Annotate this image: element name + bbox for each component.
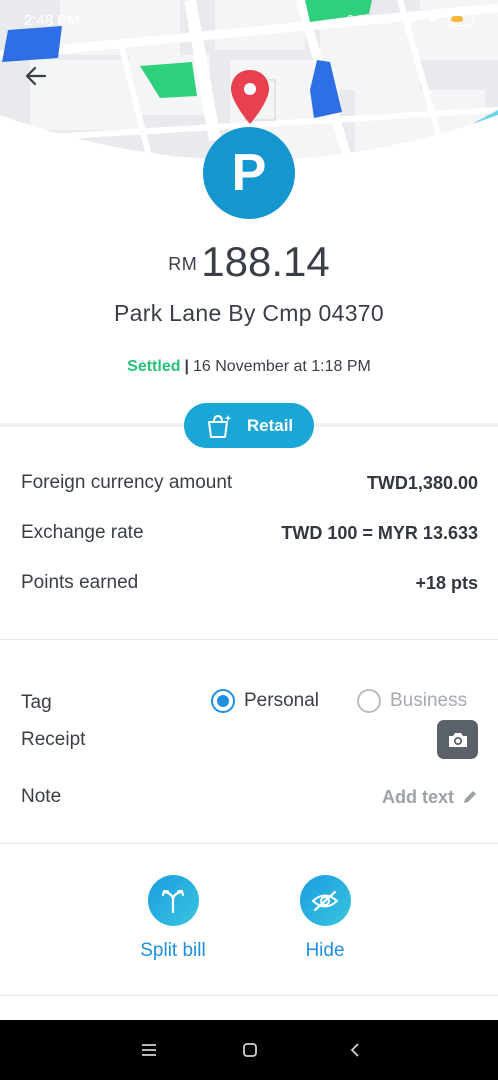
section-divider [0, 843, 498, 844]
wifi-icon [424, 12, 440, 27]
merchant-logo-letter: P [231, 144, 267, 202]
detail-row-exchange-rate: Exchange rate TWD 100 = MYR 13.633 [21, 522, 478, 544]
hide-icon-wrap [299, 875, 351, 926]
transaction-date: 16 November at 1:18 PM [192, 358, 371, 375]
category-label: Retail [246, 415, 294, 435]
chevron-left-icon [350, 1043, 359, 1057]
home-square-icon [243, 1043, 257, 1057]
amount-currency: RM [168, 254, 198, 274]
camera-icon [448, 732, 467, 747]
tag-label: Tag [21, 692, 52, 713]
network-speed: 6.3KB/s [346, 12, 392, 27]
merchant-logo: P [203, 127, 295, 219]
tag-option-label: Personal [244, 690, 319, 711]
system-nav-bar [0, 1020, 498, 1080]
add-receipt-button[interactable] [437, 720, 478, 759]
transaction-amount: RM188.14 [0, 238, 498, 286]
shopping-bag-icon [207, 414, 232, 438]
status-bar: 2:48 PM 6.3KB/s [0, 10, 498, 34]
note-label: Note [21, 786, 62, 807]
tag-row: Tag [21, 692, 52, 714]
detail-value: TWD1,380.00 [366, 472, 478, 493]
pencil-icon [464, 791, 476, 803]
menu-icon [142, 1044, 156, 1056]
eye-off-icon [311, 890, 339, 911]
home-button[interactable] [235, 1038, 265, 1062]
hide-label: Hide [305, 940, 345, 961]
radio-unselected-icon [357, 689, 381, 713]
note-row: Note Add text [21, 786, 478, 808]
split-bill-icon-wrap [147, 875, 199, 926]
section-divider [0, 995, 498, 996]
status-badge: Settled [127, 358, 181, 375]
split-bill-label: Split bill [140, 940, 206, 961]
detail-label: Foreign currency amount [21, 472, 233, 493]
detail-row-foreign-amount: Foreign currency amount TWD1,380.00 [21, 472, 478, 494]
status-icons: 6.3KB/s [346, 12, 474, 27]
radio-selected-icon [211, 689, 235, 713]
detail-label: Points earned [21, 572, 139, 593]
tag-option-personal[interactable]: Personal [211, 689, 319, 713]
arrow-left-icon [25, 66, 47, 86]
section-divider [0, 639, 498, 640]
system-back-button[interactable] [340, 1038, 370, 1062]
back-button[interactable] [18, 60, 54, 92]
hide-button[interactable]: Hide [275, 875, 375, 962]
tag-radio-group: Personal Business [211, 689, 467, 713]
receipt-label: Receipt [21, 729, 86, 750]
transaction-status-line: Settled | 16 November at 1:18 PM [0, 358, 498, 376]
note-placeholder: Add text [382, 786, 454, 807]
tag-option-business[interactable]: Business [357, 689, 467, 713]
receipt-row: Receipt [21, 729, 85, 751]
status-time: 2:48 PM [24, 12, 80, 29]
split-bill-button[interactable]: Split bill [123, 875, 223, 962]
detail-row-points: Points earned +18 pts [21, 572, 478, 594]
add-note-button[interactable]: Add text [382, 787, 478, 808]
detail-value: TWD 100 = MYR 13.633 [281, 522, 478, 543]
amount-value: 188.14 [201, 238, 330, 285]
tag-option-label: Business [390, 690, 468, 711]
recent-apps-button[interactable] [134, 1038, 164, 1062]
detail-value: +18 pts [415, 572, 478, 593]
merchant-name: Park Lane By Cmp 04370 [114, 300, 384, 326]
signal-icon [400, 12, 416, 27]
category-pill[interactable]: Retail [184, 403, 314, 448]
status-separator: | [184, 358, 189, 375]
detail-label: Exchange rate [21, 522, 144, 543]
split-icon [161, 889, 185, 913]
battery-icon [448, 13, 474, 26]
